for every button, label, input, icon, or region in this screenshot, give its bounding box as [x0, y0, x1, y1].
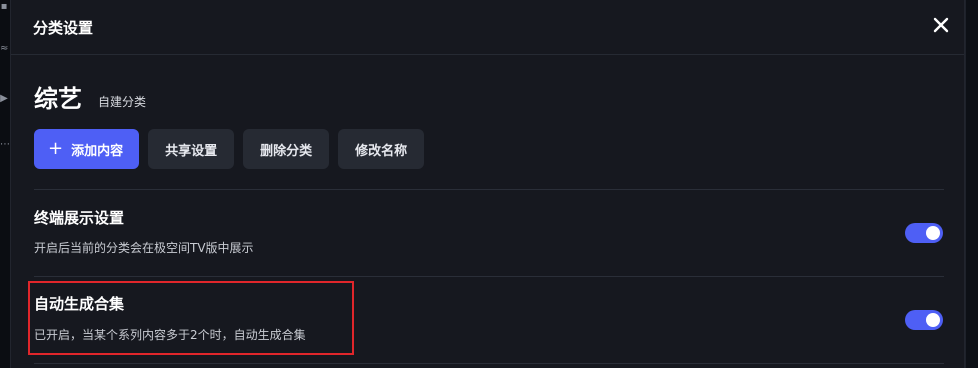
more-icon: ⋯	[0, 139, 10, 150]
plus-icon: +	[48, 138, 64, 159]
partial-icon: ▪	[0, 1, 8, 12]
close-button[interactable]	[930, 14, 952, 36]
play-icon: ▶	[0, 93, 8, 104]
category-actions: + 添加内容 共享设置 删除分类 修改名称	[34, 129, 425, 169]
rename-button[interactable]: 修改名称	[338, 129, 425, 169]
partial-icon: ≈	[0, 43, 9, 54]
tv-display-setting-description: 开启后当前的分类会在极空间TV版中展示	[34, 241, 254, 255]
background-scrollbar	[965, 0, 978, 368]
divider	[34, 189, 944, 190]
toggle-knob	[926, 226, 940, 240]
auto-collection-setting-description: 已开启，当某个系列内容多于2个时，自动生成合集	[34, 328, 306, 342]
add-content-button[interactable]: + 添加内容	[34, 129, 140, 169]
divider	[34, 276, 944, 277]
toggle-knob	[926, 313, 940, 327]
divider	[34, 363, 944, 364]
share-settings-button[interactable]: 共享设置	[148, 129, 235, 169]
share-settings-label: 共享设置	[165, 143, 218, 159]
tv-display-setting-title: 终端展示设置	[34, 209, 125, 227]
category-settings-dialog: 分类设置 综艺 自建分类 + 添加内容 共享设置 删除分类 修改名称 终端展示设…	[10, 0, 965, 368]
rename-label: 修改名称	[355, 143, 408, 159]
auto-collection-setting-title: 自动生成合集	[34, 295, 125, 313]
auto-collection-toggle[interactable]	[905, 310, 943, 330]
background-sidebar: ▪ ≈ ▶ ⋯	[0, 0, 10, 368]
highlight-annotation	[28, 281, 354, 355]
add-content-label: 添加内容	[71, 143, 124, 159]
dialog-header: 分类设置	[11, 0, 964, 55]
delete-category-button[interactable]: 删除分类	[243, 129, 330, 169]
tv-display-toggle[interactable]	[905, 223, 943, 243]
dialog-title: 分类设置	[33, 19, 94, 37]
close-icon	[933, 17, 949, 33]
category-name: 综艺	[34, 85, 82, 113]
delete-category-label: 删除分类	[260, 143, 313, 159]
category-type-tag: 自建分类	[98, 95, 147, 109]
